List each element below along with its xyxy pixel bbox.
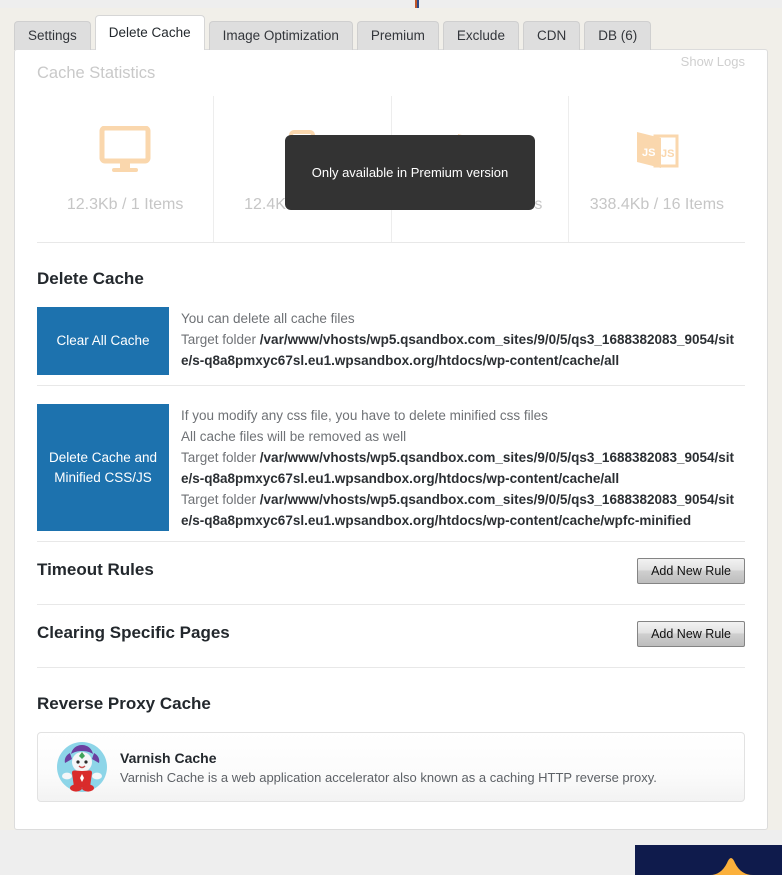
divider-clear-all: [37, 385, 745, 386]
stat-js-label: 338.4Kb / 16 Items: [589, 196, 725, 213]
premium-tooltip: Only available in Premium version: [285, 135, 535, 210]
cache-statistics-title: Cache Statistics: [37, 64, 156, 82]
tab-delete-cache[interactable]: Delete Cache: [94, 15, 205, 50]
delete-minified-cache-row: Delete Cache and Minified CSS/JS If you …: [37, 404, 745, 531]
divider-statistics: [37, 242, 745, 243]
minified-line-4: Target folder /var/www/vhosts/wp5.qsandb…: [181, 489, 745, 531]
premium-tooltip-text: Only available in Premium version: [311, 164, 509, 180]
tab-image-optimization[interactable]: Image Optimization: [208, 21, 353, 50]
target-folder-label-3: Target folder: [181, 492, 260, 507]
divider-clearing-pages: [37, 667, 745, 668]
stat-desktop-label: 12.3Kb / 1 Items: [66, 196, 184, 213]
varnish-cache-description: Varnish Cache is a web application accel…: [120, 769, 657, 785]
target-folder-path-3: /var/www/vhosts/wp5.qsandbox.com_sites/9…: [181, 492, 735, 528]
tab-bar: Settings Delete Cache Image Optimization…: [14, 15, 655, 50]
clearing-specific-pages-section: Clearing Specific Pages Add New Rule: [15, 605, 767, 667]
clear-all-cache-line-1: You can delete all cache files: [181, 311, 355, 326]
tab-exclude[interactable]: Exclude: [442, 21, 519, 50]
reverse-proxy-section: Reverse Proxy Cache Varnish Cache Varnis…: [15, 694, 767, 802]
minified-line-2: All cache files will be removed as well: [181, 429, 407, 444]
minified-cache-section: Delete Cache and Minified CSS/JS If you …: [15, 404, 767, 531]
clearing-specific-pages-row: Clearing Specific Pages Add New Rule: [37, 605, 745, 667]
delete-cache-panel: Cache Statistics Show Logs 12.3Kb / 1 It…: [14, 49, 768, 830]
js-files-icon: JS JS: [569, 96, 745, 178]
reverse-proxy-title: Reverse Proxy Cache: [37, 694, 211, 713]
target-folder-label: Target folder: [181, 332, 260, 347]
orange-peak-shape: [675, 858, 782, 875]
delete-minified-description: If you modify any css file, you have to …: [181, 404, 745, 531]
minified-line-3: Target folder /var/www/vhosts/wp5.qsandb…: [181, 447, 745, 489]
clear-all-cache-line-2: Target folder /var/www/vhosts/wp5.qsandb…: [181, 329, 745, 371]
target-folder-path: /var/www/vhosts/wp5.qsandbox.com_sites/9…: [181, 332, 735, 368]
varnish-cache-card[interactable]: Varnish Cache Varnish Cache is a web app…: [37, 732, 745, 802]
panel-inner: Cache Statistics Show Logs 12.3Kb / 1 It…: [15, 50, 767, 242]
delete-cache-title: Delete Cache: [37, 269, 144, 288]
delete-cache-section: Delete Cache Clear All Cache You can del…: [15, 269, 767, 375]
target-folder-label-2: Target folder: [181, 450, 260, 465]
clear-all-cache-description: You can delete all cache files Target fo…: [181, 307, 745, 375]
stat-js-cache: JS JS 338.4Kb / 16 Items: [569, 96, 745, 242]
varnish-cache-name: Varnish Cache: [120, 749, 217, 766]
timeout-rules-row: Timeout Rules Add New Rule: [37, 542, 745, 604]
timeout-add-new-rule-button[interactable]: Add New Rule: [637, 558, 745, 584]
tab-cdn[interactable]: CDN: [522, 21, 581, 50]
timeout-rules-section: Timeout Rules Add New Rule: [15, 542, 767, 604]
show-logs-link[interactable]: Show Logs: [681, 54, 745, 69]
varnish-text-block: Varnish Cache Varnish Cache is a web app…: [120, 750, 657, 785]
desktop-icon: [37, 96, 213, 178]
target-folder-path-2: /var/www/vhosts/wp5.qsandbox.com_sites/9…: [181, 450, 735, 486]
tab-db[interactable]: DB (6): [584, 21, 652, 50]
admin-page-wrapper: Settings Delete Cache Image Optimization…: [0, 8, 782, 830]
bottom-navy-panel: [635, 845, 782, 875]
clearing-pages-add-new-rule-button[interactable]: Add New Rule: [637, 621, 745, 647]
svg-text:JS: JS: [642, 147, 655, 159]
minified-line-1: If you modify any css file, you have to …: [181, 408, 548, 423]
stat-desktop-cache: 12.3Kb / 1 Items: [37, 96, 215, 242]
tab-settings[interactable]: Settings: [14, 21, 91, 50]
delete-cache-minified-button[interactable]: Delete Cache and Minified CSS/JS: [37, 404, 169, 531]
svg-text:JS: JS: [661, 148, 674, 160]
clear-all-cache-button[interactable]: Clear All Cache: [37, 307, 169, 375]
clear-all-cache-row: Clear All Cache You can delete all cache…: [37, 307, 745, 375]
timeout-rules-title: Timeout Rules: [37, 560, 154, 579]
clearing-specific-pages-title: Clearing Specific Pages: [37, 623, 230, 642]
tab-premium[interactable]: Premium: [356, 21, 439, 50]
browser-top-sliver: [415, 0, 419, 8]
varnish-logo-icon: [56, 741, 108, 793]
cache-statistics-header: Cache Statistics Show Logs: [37, 50, 745, 96]
